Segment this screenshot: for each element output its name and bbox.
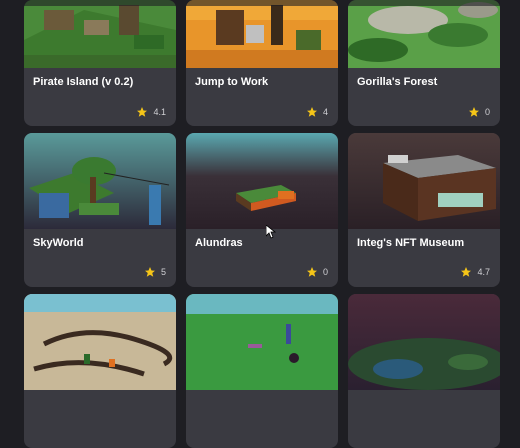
world-thumbnail bbox=[24, 294, 176, 390]
world-thumbnail bbox=[186, 294, 338, 390]
star-icon bbox=[306, 267, 317, 277]
world-thumbnail bbox=[348, 294, 500, 390]
world-thumbnail bbox=[186, 0, 338, 68]
world-thumbnail bbox=[348, 0, 500, 68]
rating-value: 0 bbox=[484, 107, 490, 117]
star-icon bbox=[137, 107, 148, 117]
world-thumbnail bbox=[186, 133, 338, 229]
world-card[interactable]: Pirate Island (v 0.2) 4.1 bbox=[24, 0, 176, 126]
star-icon bbox=[306, 107, 317, 117]
world-title: Alundras bbox=[195, 237, 243, 249]
world-title: Jump to Work bbox=[195, 76, 269, 88]
world-card[interactable]: Integ's NFT Museum 4.7 bbox=[348, 133, 500, 287]
world-rating: 0 bbox=[468, 106, 490, 118]
world-title: SkyWorld bbox=[33, 237, 84, 249]
world-card[interactable]: SkyWorld 5 bbox=[24, 133, 176, 287]
world-rating: 4.7 bbox=[460, 266, 490, 278]
world-rating: 0 bbox=[306, 266, 328, 278]
world-thumbnail bbox=[24, 0, 176, 68]
rating-value: 0 bbox=[322, 267, 328, 277]
world-title: Gorilla's Forest bbox=[357, 76, 438, 88]
mouse-cursor-icon bbox=[266, 225, 276, 239]
rating-value: 4.1 bbox=[153, 107, 166, 117]
world-rating: 4.1 bbox=[136, 106, 166, 118]
world-card[interactable]: Alundras 0 bbox=[186, 133, 338, 287]
world-title: Pirate Island (v 0.2) bbox=[33, 76, 134, 88]
world-card[interactable]: Gorilla's Forest 0 bbox=[348, 0, 500, 126]
scroll-edge bbox=[0, 0, 520, 6]
rating-value: 5 bbox=[160, 267, 166, 277]
world-rating: 5 bbox=[144, 266, 166, 278]
star-icon bbox=[468, 107, 479, 117]
world-card[interactable]: Jump to Work 4 bbox=[186, 0, 338, 126]
rating-value: 4.7 bbox=[477, 267, 490, 277]
star-icon bbox=[144, 267, 155, 277]
star-icon bbox=[461, 267, 472, 277]
world-rating: 4 bbox=[306, 106, 328, 118]
world-thumbnail bbox=[348, 133, 500, 229]
world-card[interactable] bbox=[186, 294, 338, 448]
world-title: Integ's NFT Museum bbox=[357, 237, 465, 249]
world-card[interactable] bbox=[348, 294, 500, 448]
rating-value: 4 bbox=[322, 107, 328, 117]
world-thumbnail bbox=[24, 133, 176, 229]
world-card[interactable] bbox=[24, 294, 176, 448]
